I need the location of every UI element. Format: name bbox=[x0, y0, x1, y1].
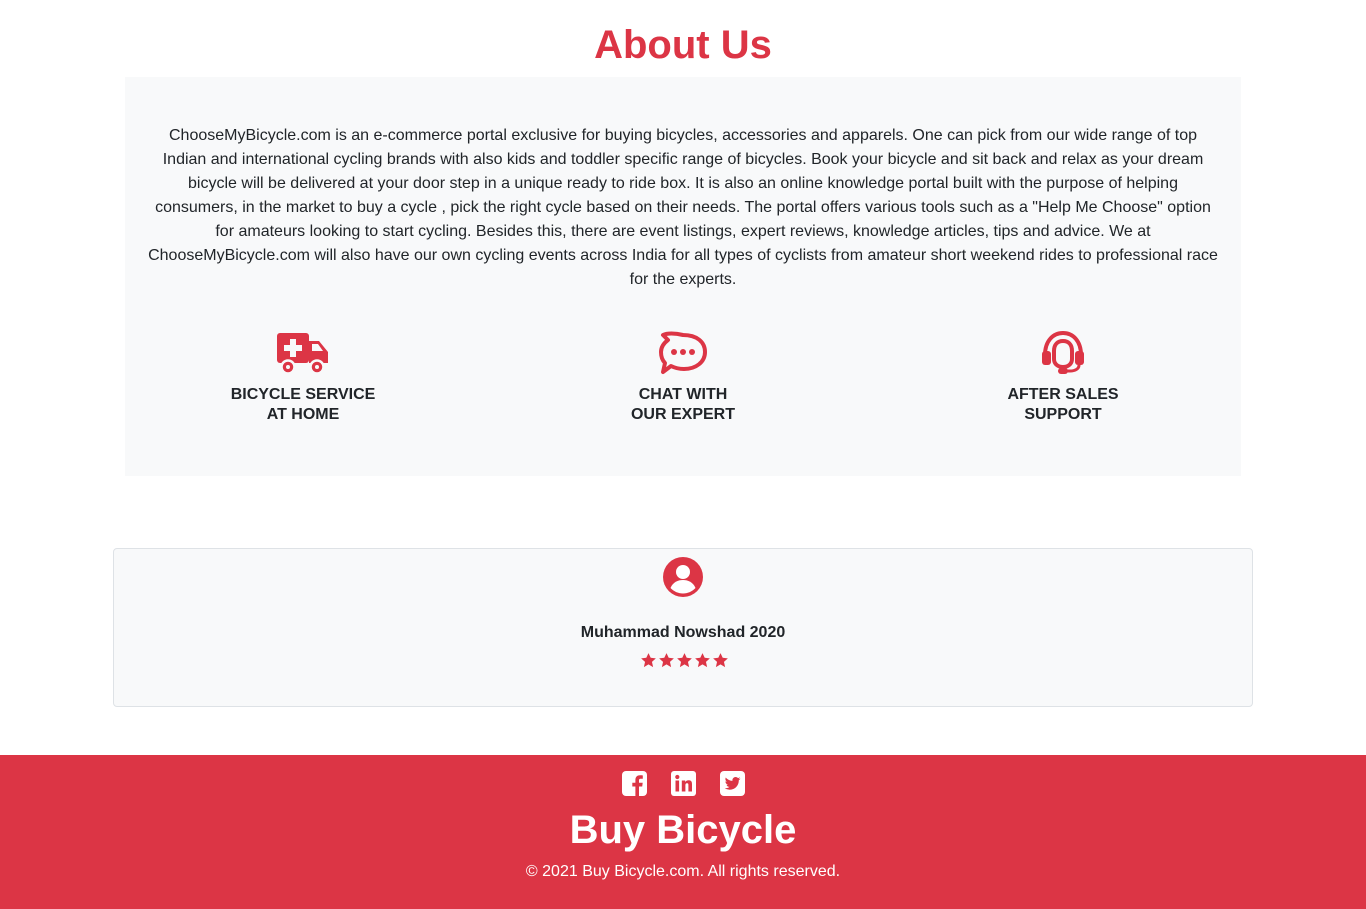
feature-bicycle-service: BICYCLE SERVICE AT HOME bbox=[173, 331, 433, 425]
social-links bbox=[0, 771, 1366, 796]
linkedin-icon[interactable] bbox=[670, 771, 696, 796]
star-rating bbox=[639, 652, 729, 670]
headset-icon bbox=[1042, 331, 1084, 374]
about-description: ChooseMyBicycle.com is an e-commerce por… bbox=[148, 127, 1218, 288]
feature-label: AFTER SALES SUPPORT bbox=[1007, 386, 1119, 423]
reviewer-name: Muhammad Nowshad 2020 bbox=[580, 624, 786, 641]
page-title: About Us bbox=[594, 23, 772, 67]
star-icon bbox=[676, 653, 692, 668]
feature-chat-expert: CHAT WITH OUR EXPERT bbox=[553, 331, 813, 425]
ambulance-icon bbox=[277, 333, 328, 375]
footer-brand: Buy Bicycle bbox=[569, 808, 797, 852]
review-card: Muhammad Nowshad 2020 bbox=[113, 548, 1253, 707]
facebook-icon[interactable] bbox=[621, 771, 647, 796]
chat-icon bbox=[659, 331, 707, 374]
feature-label: BICYCLE SERVICE AT HOME bbox=[230, 386, 376, 423]
twitter-icon[interactable] bbox=[719, 771, 745, 796]
feature-label: CHAT WITH OUR EXPERT bbox=[630, 386, 735, 423]
footer: Buy Bicycle © 2021 Buy Bicycle.com. All … bbox=[0, 755, 1366, 909]
star-icon bbox=[694, 653, 710, 668]
about-section: ChooseMyBicycle.com is an e-commerce por… bbox=[125, 77, 1241, 476]
star-icon bbox=[712, 653, 728, 668]
star-icon bbox=[640, 653, 656, 668]
user-circle-icon bbox=[663, 557, 703, 597]
star-icon bbox=[658, 653, 674, 668]
copyright-text: © 2021 Buy Bicycle.com. All rights reser… bbox=[525, 863, 841, 880]
feature-after-sales: AFTER SALES SUPPORT bbox=[933, 331, 1193, 425]
